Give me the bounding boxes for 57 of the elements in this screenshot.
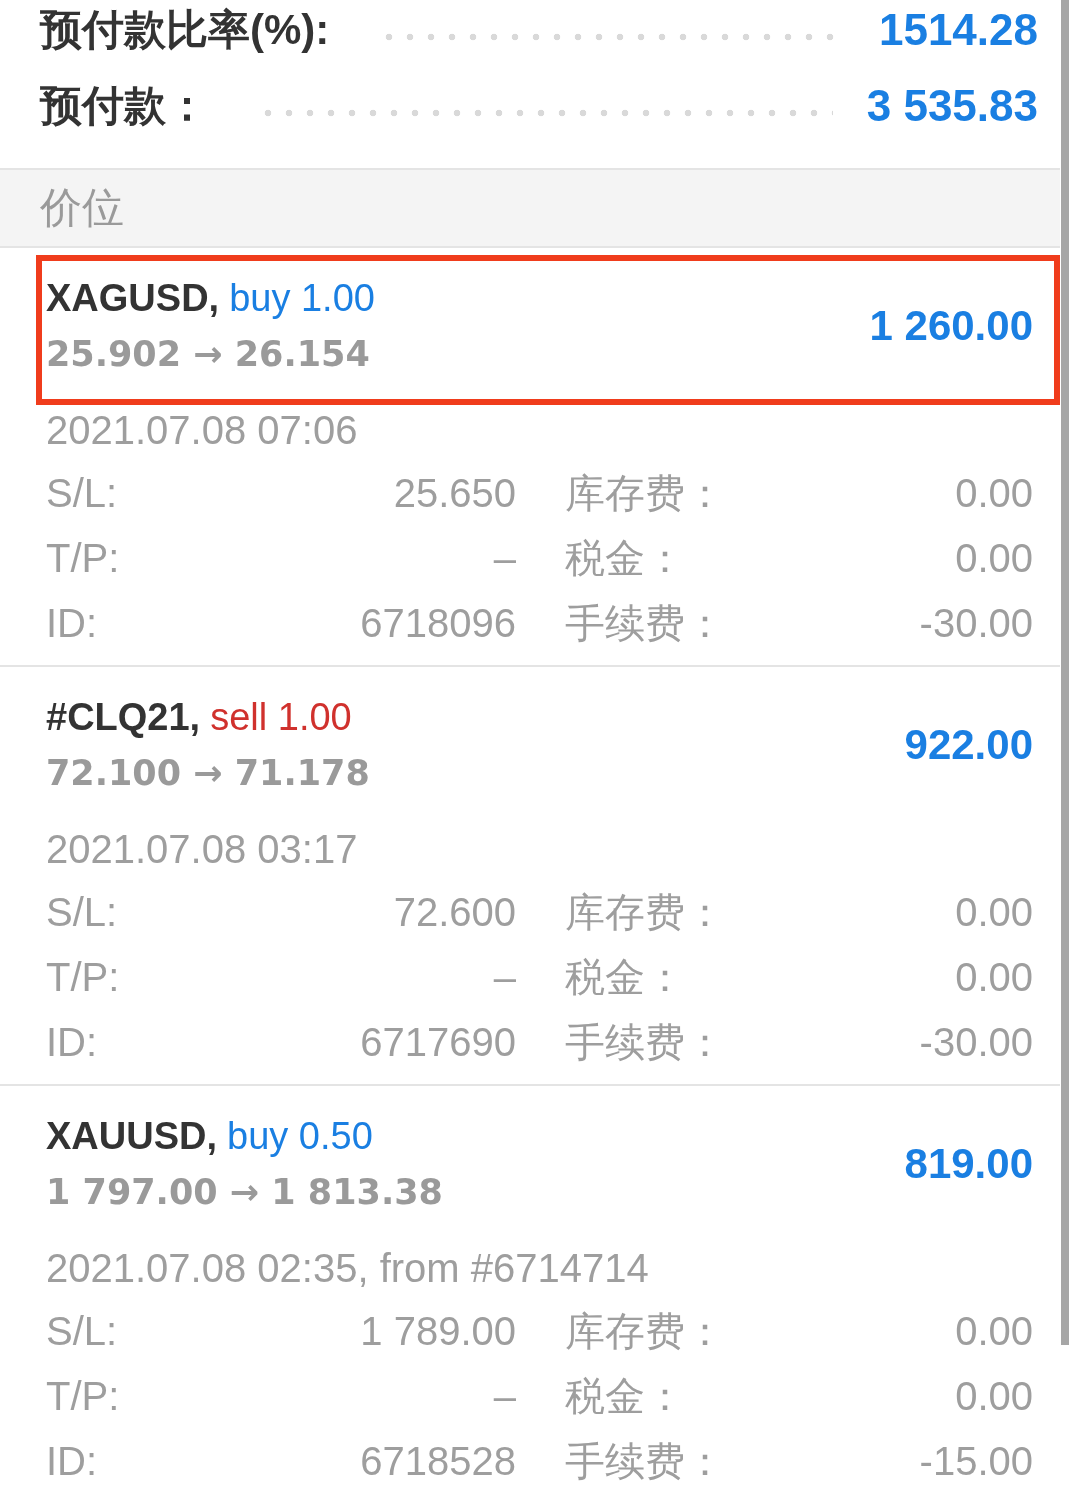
detail-value: –: [493, 955, 516, 1000]
detail-label: ID:: [46, 1439, 98, 1484]
order-label: buy 1.00: [229, 276, 375, 320]
open-time: 2021.07.08 07:06: [46, 407, 359, 454]
detail-label: S/L:: [46, 890, 118, 935]
detail-value: 6718528: [360, 1439, 516, 1484]
detail-label: 手续费：: [565, 600, 725, 647]
detail-label: 库存费：: [565, 1308, 725, 1355]
detail-value: -30.00: [919, 601, 1033, 646]
detail-label: ID:: [46, 1020, 98, 1065]
detail-value: 72.600: [393, 890, 516, 935]
detail-value: 0.00: [955, 536, 1033, 581]
detail-label: 手续费：: [565, 1019, 725, 1066]
price-change: 25.902 → 26.154: [46, 333, 371, 376]
detail-label: 税金：: [565, 535, 685, 582]
detail-value: –: [493, 536, 516, 581]
profit-value: 922.00: [904, 721, 1033, 769]
symbol-label: XAUUSD,: [46, 1114, 218, 1158]
detail-value: 0.00: [955, 1374, 1033, 1419]
detail-label: 税金：: [565, 1373, 685, 1420]
detail-label: 税金：: [565, 954, 685, 1001]
detail-value: 0.00: [955, 1309, 1033, 1354]
scrollbar-thumb[interactable]: [1061, 0, 1069, 1345]
profit-value: 1 260.00: [869, 302, 1033, 350]
detail-value: -15.00: [919, 1439, 1033, 1484]
detail-value: -30.00: [919, 1020, 1033, 1065]
detail-value: 6717690: [360, 1020, 516, 1065]
symbol-label: XAGUSD,: [46, 276, 220, 320]
detail-value: 0.00: [955, 890, 1033, 935]
profit-value: 819.00: [904, 1140, 1033, 1188]
detail-value: –: [493, 1374, 516, 1419]
order-label: buy 0.50: [227, 1114, 373, 1158]
price-change: 72.100 → 71.178: [46, 752, 370, 795]
detail-value: 0.00: [955, 471, 1033, 516]
detail-label: S/L:: [46, 1309, 118, 1354]
symbol-label: #CLQ21,: [46, 695, 201, 739]
detail-label: 库存费：: [565, 470, 725, 517]
detail-value: 25.650: [393, 471, 516, 516]
detail-label: T/P:: [46, 1374, 120, 1419]
open-time: 2021.07.08 03:17: [46, 826, 359, 873]
detail-value: 1 789.00: [360, 1309, 516, 1354]
detail-label: S/L:: [46, 471, 118, 516]
account-value: 1514.28: [878, 5, 1038, 55]
account-label: 预付款：: [40, 81, 208, 131]
detail-label: ID:: [46, 601, 98, 646]
order-label: sell 1.00: [210, 695, 352, 739]
price-change: 1 797.00 → 1 813.38: [46, 1171, 443, 1214]
detail-value: 6718096: [360, 601, 516, 646]
account-label: 预付款比率(%):: [40, 5, 330, 55]
detail-label: 库存费：: [565, 889, 725, 936]
detail-label: 手续费：: [565, 1438, 725, 1485]
detail-label: T/P:: [46, 955, 120, 1000]
detail-value: 0.00: [955, 955, 1033, 1000]
section-header: 价位: [0, 170, 1060, 248]
open-time: 2021.07.08 02:35, from #6714714: [46, 1245, 650, 1292]
detail-label: T/P:: [46, 536, 120, 581]
account-value: 3 535.83: [866, 81, 1038, 131]
